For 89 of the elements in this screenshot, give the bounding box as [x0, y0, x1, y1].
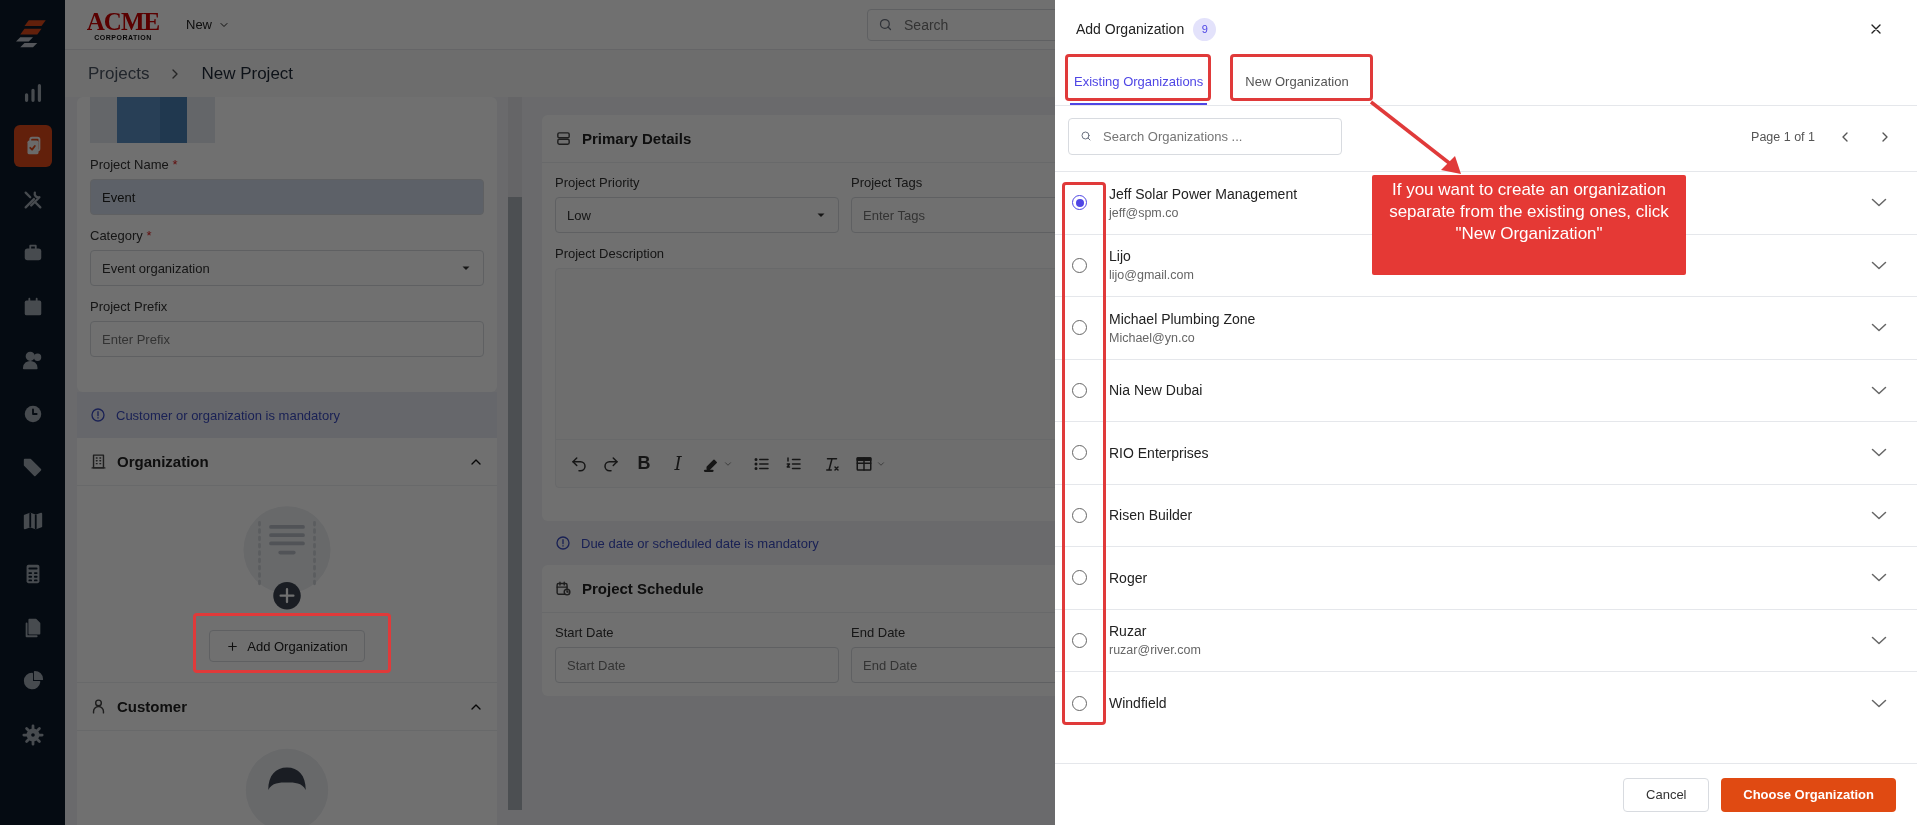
organization-name: Jeff Solar Power Management [1109, 185, 1298, 202]
organization-name: Michael Plumbing Zone [1109, 310, 1256, 327]
chevron-down-icon [1871, 323, 1887, 333]
field-label: Project Prefix [90, 299, 169, 314]
search-icon [1080, 130, 1092, 142]
info-icon [555, 535, 571, 551]
logo-title: ACME [86, 8, 160, 34]
organization-row[interactable]: Risen Builder [1055, 484, 1917, 547]
organization-name: Risen Builder [1109, 507, 1193, 524]
calendar-clock-icon [555, 580, 572, 597]
redo-button[interactable] [602, 454, 620, 473]
rich-text-editor[interactable]: B I [555, 268, 1055, 488]
scrollbar[interactable] [508, 97, 522, 810]
plus-icon [226, 639, 240, 653]
organization-row[interactable]: Ruzar ruzar@river.com [1055, 609, 1917, 672]
undo-button[interactable] [570, 454, 588, 473]
bold-button[interactable]: B [634, 453, 654, 474]
organization-name: Windfield [1109, 695, 1167, 712]
organization-row[interactable]: Nia New Dubai [1055, 359, 1917, 422]
organization-email: ruzar@river.com [1109, 643, 1201, 658]
field-label: Category * [90, 228, 153, 243]
table-icon [855, 454, 873, 473]
redo-icon [602, 454, 620, 473]
chevron-down-icon [1871, 448, 1887, 458]
info-icon [90, 407, 106, 423]
notice-text: Customer or organization is mandatory [116, 407, 340, 423]
required-mark: * [146, 228, 152, 243]
organization-name: Ruzar [1109, 623, 1147, 640]
field-label: Start Date [555, 625, 615, 640]
chevron-down-icon [1871, 510, 1887, 520]
organization-row[interactable]: Windfield [1055, 672, 1917, 735]
section-title: Customer [117, 698, 188, 715]
section-title: Project Schedule [582, 580, 705, 597]
input-field[interactable]: Enter Prefix [90, 321, 484, 357]
organization-email: lijo@gmail.com [1109, 268, 1194, 283]
input-field[interactable]: End Date [851, 647, 1055, 683]
organization-email: jeff@spm.co [1109, 205, 1179, 220]
cancel-button[interactable]: Cancel [1623, 777, 1710, 812]
chevron-down-icon [1871, 573, 1887, 583]
sidebar-nav-button[interactable] [13, 125, 52, 167]
select-field[interactable]: Low [555, 197, 839, 233]
required-mark: * [172, 157, 178, 172]
chevron-down-icon [1871, 198, 1887, 208]
add-organization-button[interactable]: Add Organization [209, 630, 365, 662]
chevron-down-icon [1871, 635, 1887, 645]
input-field[interactable]: Start Date [555, 647, 839, 683]
organization-row[interactable]: RIO Enterprises [1055, 422, 1917, 485]
count-badge: 9 [1193, 17, 1217, 41]
tab[interactable]: Existing Organizations [1070, 74, 1208, 105]
organization-name: Lijo [1109, 248, 1131, 265]
search-field[interactable]: Search [867, 8, 1055, 41]
section-title: Organization [117, 453, 210, 470]
field-label: End Date [851, 625, 907, 640]
new-menu-button[interactable]: New [180, 16, 236, 33]
organization-email: Michael@yn.co [1109, 330, 1195, 345]
drawer-title: Add Organization [1076, 21, 1185, 37]
organization-row[interactable]: Michael Plumbing Zone Michael@yn.co [1055, 297, 1917, 360]
undo-icon [570, 454, 588, 473]
server-icon [555, 130, 572, 147]
chevron-down-icon [1871, 260, 1887, 270]
section-title: Primary Details [582, 130, 693, 147]
field-label: Project Name * [90, 157, 179, 172]
field-label: Project Description [555, 246, 666, 261]
table-button[interactable] [855, 454, 886, 473]
chevron-down-icon [1871, 385, 1887, 395]
annotation-callout: If you want to create an organization separate from the existing ones, click "New Organization" [1372, 175, 1686, 275]
breadcrumb-current: New Project [201, 63, 294, 84]
users-icon [21, 349, 44, 371]
organization-row[interactable]: Roger [1055, 547, 1917, 610]
settings-icon [21, 723, 44, 746]
select-field[interactable]: Event organization [90, 250, 484, 286]
tab[interactable]: New Organization [1241, 74, 1353, 105]
pie-chart-icon [21, 670, 44, 692]
pagination-text: Page 1 of 1 [1751, 129, 1815, 144]
tag-icon [21, 456, 44, 478]
search-icon [878, 16, 893, 32]
organization-name: Nia New Dubai [1109, 382, 1203, 399]
choose-organization-button[interactable]: Choose Organization [1721, 777, 1896, 812]
notice-text: Due date or scheduled date is mandatory [581, 535, 819, 551]
input-field[interactable]: Enter Tags [851, 197, 1055, 233]
italic-button[interactable]: I [668, 453, 688, 474]
person-icon [90, 698, 107, 715]
organization-name: RIO Enterprises [1109, 444, 1209, 461]
building-icon [90, 453, 107, 470]
field-label: Project Priority [555, 175, 641, 190]
field-label: Project Tags [851, 175, 924, 190]
chevron-down-icon [1871, 698, 1887, 708]
search-field[interactable]: Search Organizations ... [1068, 118, 1342, 155]
organization-name: Roger [1109, 569, 1148, 586]
